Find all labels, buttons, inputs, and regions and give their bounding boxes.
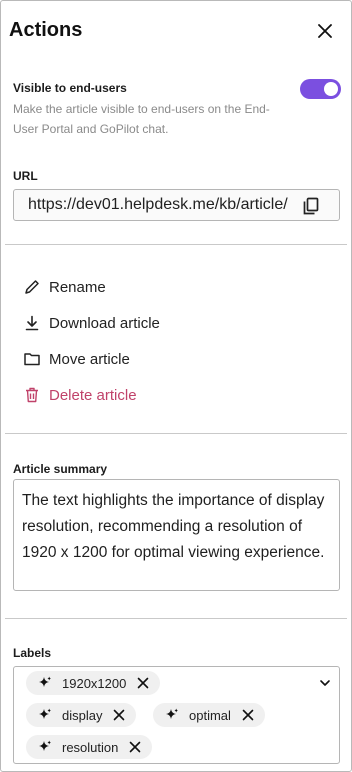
visibility-toggle[interactable] bbox=[300, 79, 341, 99]
visibility-description: Make the article visible to end-users on… bbox=[13, 102, 270, 136]
label-chip: 1920x1200 bbox=[26, 671, 161, 695]
url-value[interactable]: https://dev01.helpdesk.me/kb/article/ bbox=[28, 196, 304, 214]
remove-label-button[interactable] bbox=[112, 708, 126, 722]
visibility-title: Visible to end-users bbox=[13, 81, 127, 95]
divider bbox=[5, 244, 347, 245]
actions-panel: Actions Visible to end-users Make the ar… bbox=[0, 0, 352, 772]
trash-icon bbox=[23, 386, 41, 404]
summary-label: Article summary bbox=[13, 462, 108, 476]
close-button[interactable] bbox=[313, 19, 337, 43]
close-icon bbox=[318, 24, 332, 38]
download-label: Download article bbox=[49, 314, 160, 332]
move-label: Move article bbox=[49, 350, 130, 368]
sparkle-icon bbox=[39, 740, 51, 751]
panel-header: Actions bbox=[9, 17, 341, 45]
sparkle-icon bbox=[166, 708, 178, 719]
delete-action[interactable]: Delete article bbox=[23, 381, 137, 409]
copy-button[interactable] bbox=[303, 197, 321, 215]
delete-label: Delete article bbox=[49, 386, 137, 404]
label-chip: display bbox=[26, 703, 137, 727]
summary-textarea[interactable]: The text highlights the importance of di… bbox=[13, 479, 340, 591]
copy-icon bbox=[303, 197, 319, 215]
panel-title: Actions bbox=[9, 19, 83, 41]
label-chip-text: 1920x1200 bbox=[62, 675, 127, 691]
label-chip-text: optimal bbox=[189, 707, 231, 723]
remove-label-button[interactable] bbox=[136, 676, 150, 690]
sparkle-icon bbox=[39, 708, 51, 719]
label-chip-text: resolution bbox=[62, 739, 119, 755]
pencil-icon bbox=[23, 278, 41, 296]
divider bbox=[5, 433, 347, 434]
labels-field[interactable]: 1920x1200 display optimal resolution bbox=[13, 666, 340, 764]
remove-label-button[interactable] bbox=[241, 708, 255, 722]
download-icon bbox=[23, 314, 41, 332]
label-chip: optimal bbox=[153, 703, 265, 727]
folder-icon bbox=[23, 350, 41, 368]
toggle-knob bbox=[324, 82, 338, 96]
move-action[interactable]: Move article bbox=[23, 345, 130, 373]
download-action[interactable]: Download article bbox=[23, 309, 160, 337]
label-chip: resolution bbox=[26, 735, 153, 759]
url-label: URL bbox=[13, 169, 38, 183]
url-field[interactable]: https://dev01.helpdesk.me/kb/article/ bbox=[13, 189, 340, 221]
divider bbox=[5, 618, 347, 619]
rename-label: Rename bbox=[49, 278, 106, 296]
sparkle-icon bbox=[39, 676, 51, 687]
label-chip-text: display bbox=[62, 707, 103, 723]
labels-label: Labels bbox=[13, 646, 52, 660]
rename-action[interactable]: Rename bbox=[23, 273, 106, 301]
remove-label-button[interactable] bbox=[128, 740, 142, 754]
chevron-down-icon[interactable] bbox=[317, 675, 333, 691]
